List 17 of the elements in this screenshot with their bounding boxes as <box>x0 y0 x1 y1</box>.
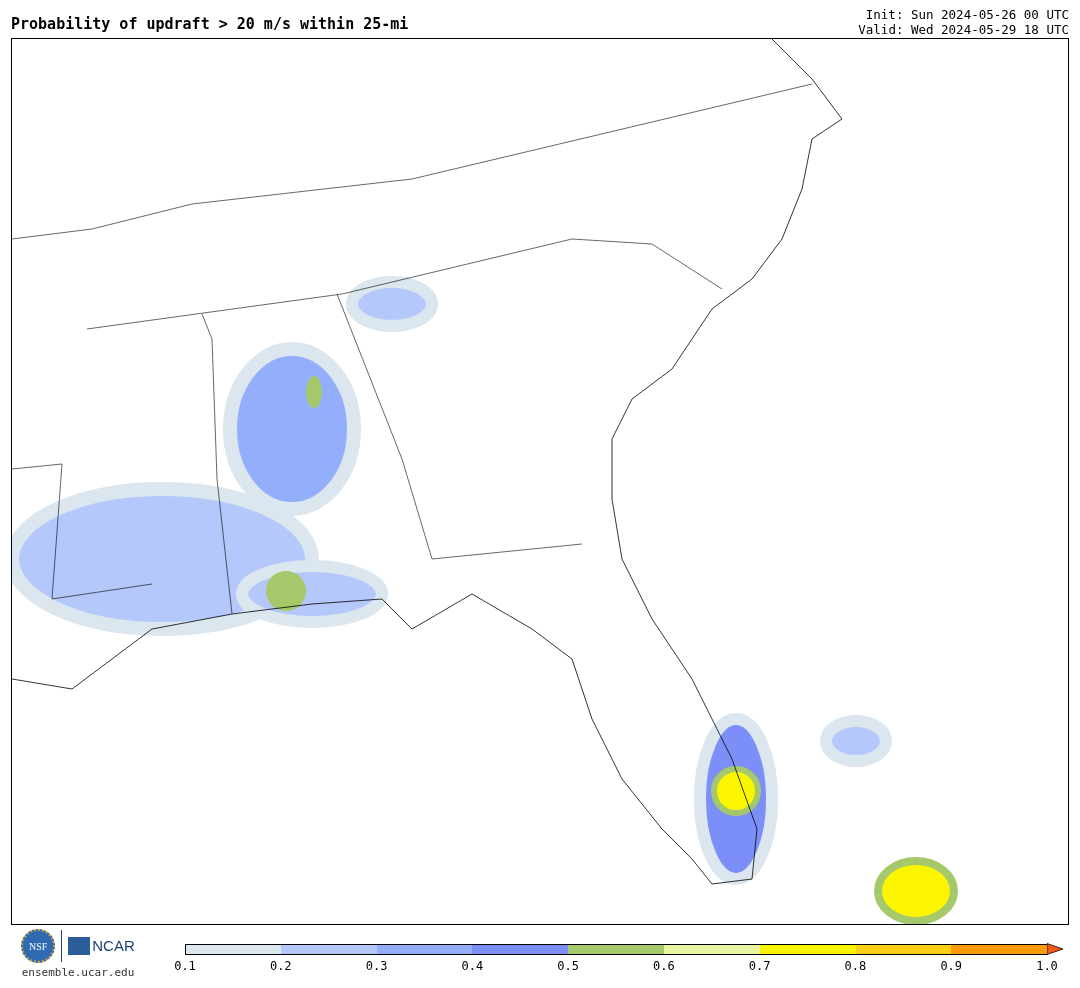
colorbar-tick-label: 1.0 <box>1036 959 1058 973</box>
colorbar-tick-label: 0.9 <box>940 959 963 973</box>
colorbar-tick-label: 0.2 <box>269 959 292 973</box>
chart-title: Probability of updraft > 20 m/s within 25-mi <box>11 15 409 35</box>
ncar-logo: NCAR <box>68 937 135 955</box>
website-url: ensemble.ucar.edu <box>21 966 135 979</box>
valid-time: Valid: Wed 2024-05-29 18 UTC <box>858 22 1069 37</box>
init-time: Init: Sun 2024-05-26 00 UTC <box>864 7 1069 22</box>
colorbar-tick-label: 0.1 <box>174 959 196 973</box>
colorbar-tick-label: 0.8 <box>844 959 867 973</box>
colorbar-tick-label: 0.4 <box>461 959 484 973</box>
colorbar-arrow-icon <box>1047 943 1065 955</box>
colorbar-tick-label: 0.6 <box>653 959 675 973</box>
colorbar-tick-label: 0.5 <box>557 959 579 973</box>
colorbar-tick-label: 0.7 <box>748 959 771 973</box>
colorbar-tick-label: 0.3 <box>365 959 388 973</box>
nsf-logo: NSF <box>21 929 56 963</box>
